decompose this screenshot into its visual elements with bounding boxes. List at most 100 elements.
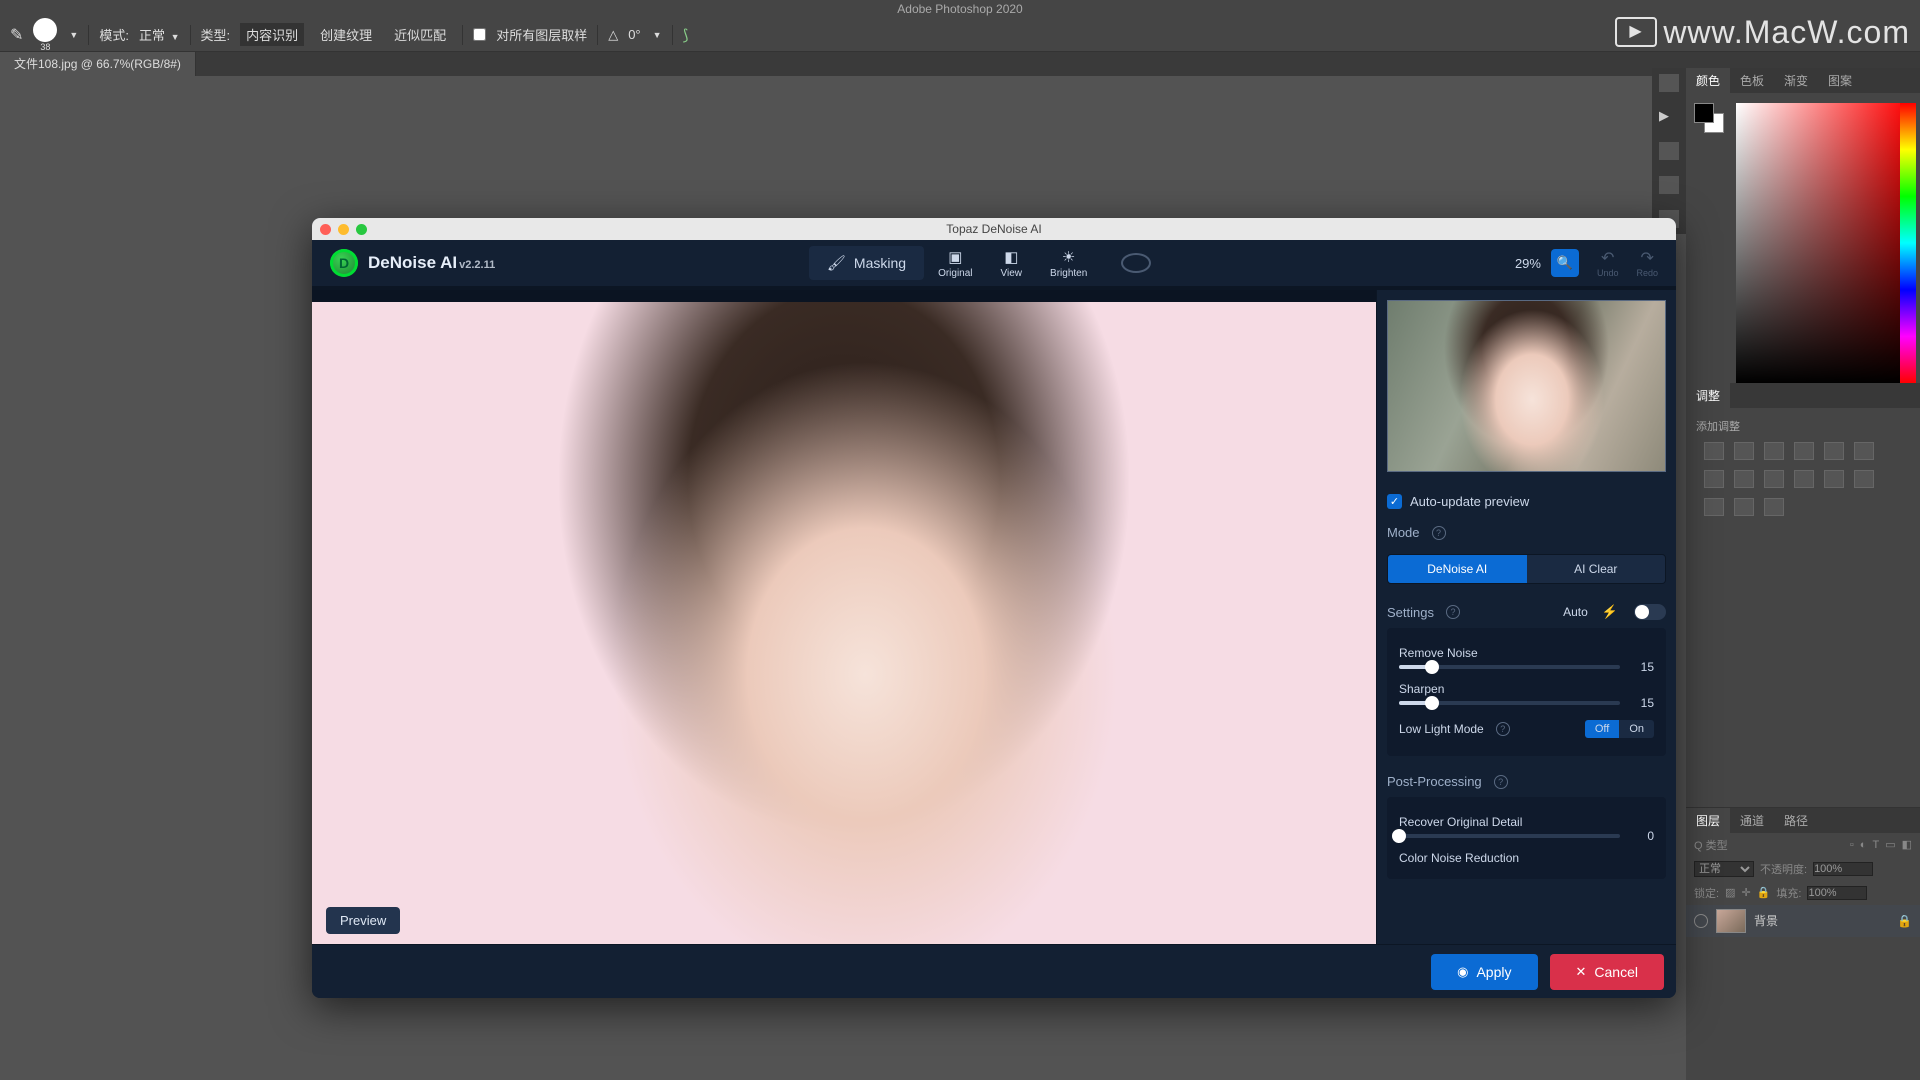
topaz-toolbar: DeNoise AIv2.2.11 🖌 Masking ▣Original ◧V…	[312, 240, 1676, 290]
auto-update-checkbox[interactable]: ✓	[1387, 494, 1402, 509]
type-create-texture[interactable]: 创建纹理	[314, 23, 378, 46]
mode-denoise[interactable]: DeNoise AI	[1388, 555, 1527, 583]
lowlight-on[interactable]: On	[1619, 720, 1654, 738]
fg-bg-swatch[interactable]	[1694, 103, 1724, 133]
help-icon[interactable]: ?	[1446, 605, 1460, 619]
tab-swatches[interactable]: 色板	[1730, 68, 1774, 93]
undo-button[interactable]: ↶Undo	[1597, 248, 1619, 278]
layer-filter[interactable]: Q 类型	[1694, 837, 1728, 853]
adjust-mixer-icon[interactable]	[1764, 470, 1784, 488]
angle-icon: △	[608, 27, 618, 43]
tab-pattern[interactable]: 图案	[1818, 68, 1862, 93]
chevron-down-icon[interactable]: ▼	[653, 30, 662, 40]
sample-all-checkbox[interactable]	[473, 28, 486, 41]
app-name: DeNoise AIv2.2.11	[368, 253, 495, 273]
adjust-bw-icon[interactable]	[1704, 470, 1724, 488]
filter-icon[interactable]: ▫	[1850, 839, 1854, 851]
tab-gradient[interactable]: 渐变	[1774, 68, 1818, 93]
lowlight-toggle[interactable]: Off On	[1585, 720, 1654, 738]
adjust-select-icon[interactable]	[1764, 498, 1784, 516]
mode-select[interactable]: 正常 ▼	[139, 25, 180, 44]
ps-right-panels: 颜色 色板 渐变 图案 调整 添加调整 图层 通道 路径 Q 类型 ▫ ◐ T ▭ ◧	[1686, 68, 1920, 1080]
filter-icon[interactable]: ◐	[1860, 839, 1867, 851]
fill-input[interactable]	[1807, 886, 1867, 900]
visibility-icon[interactable]	[1694, 914, 1708, 928]
help-icon[interactable]: ?	[1494, 775, 1508, 789]
tab-color[interactable]: 颜色	[1686, 68, 1730, 93]
ps-document-tabs: 文件108.jpg @ 66.7%(RGB/8#)	[0, 52, 1920, 76]
adjust-photo-icon[interactable]	[1734, 470, 1754, 488]
zoom-level[interactable]: 29%	[1515, 256, 1541, 271]
filter-icon[interactable]: ▭	[1885, 838, 1895, 851]
angle-value[interactable]: 0°	[628, 27, 640, 42]
topaz-footer: ◉Apply ✕Cancel	[312, 944, 1676, 998]
cancel-button[interactable]: ✕Cancel	[1550, 954, 1665, 990]
adjust-brightness-icon[interactable]	[1704, 442, 1724, 460]
original-button[interactable]: ▣Original	[924, 243, 986, 283]
tab-layers[interactable]: 图层	[1686, 808, 1730, 833]
type-content-aware[interactable]: 内容识别	[240, 23, 304, 46]
adjust-vibrance-icon[interactable]	[1824, 442, 1844, 460]
topaz-title: Topaz DeNoise AI	[312, 222, 1676, 236]
brighten-button[interactable]: ☀Brighten	[1036, 243, 1101, 283]
lock-label: 锁定:	[1694, 885, 1719, 901]
navigator-thumb[interactable]	[1387, 300, 1666, 472]
ps-collapsed-panels[interactable]: ▶	[1652, 68, 1686, 234]
help-icon[interactable]: ?	[1496, 722, 1510, 736]
tab-paths[interactable]: 路径	[1774, 808, 1818, 833]
filter-icon[interactable]: T	[1872, 839, 1879, 851]
help-icon[interactable]: ?	[1432, 526, 1446, 540]
opacity-input[interactable]	[1813, 862, 1873, 876]
adjust-lookup-icon[interactable]	[1794, 470, 1814, 488]
auto-switch[interactable]	[1634, 604, 1666, 620]
topaz-title-bar[interactable]: Topaz DeNoise AI	[312, 218, 1676, 240]
tab-channels[interactable]: 通道	[1730, 808, 1774, 833]
document-tab[interactable]: 文件108.jpg @ 66.7%(RGB/8#)	[0, 52, 196, 76]
panel-icon[interactable]	[1659, 142, 1679, 160]
adjust-poster-icon[interactable]	[1854, 470, 1874, 488]
adjustments-panel: 添加调整	[1686, 408, 1920, 534]
chevron-down-icon[interactable]: ▼	[69, 30, 78, 40]
brush-preset[interactable]: 38	[33, 18, 57, 52]
preview-canvas[interactable]: Preview	[312, 290, 1376, 944]
adjust-exposure-icon[interactable]	[1794, 442, 1814, 460]
settings-label: Settings	[1387, 605, 1434, 620]
view-button[interactable]: ◧View	[987, 243, 1037, 283]
tab-adjustments[interactable]: 调整	[1686, 383, 1730, 408]
layer-row-background[interactable]: 背景 🔒	[1686, 905, 1920, 937]
panel-icon[interactable]: ▶	[1659, 108, 1679, 126]
nav-ring-icon[interactable]	[1121, 253, 1151, 273]
lowlight-label: Low Light Mode	[1399, 722, 1484, 736]
remove-noise-slider[interactable]	[1399, 665, 1620, 669]
adjust-invert-icon[interactable]	[1824, 470, 1844, 488]
filter-icon[interactable]: ◧	[1902, 838, 1912, 851]
color-field[interactable]	[1736, 103, 1911, 383]
apply-button[interactable]: ◉Apply	[1431, 954, 1537, 990]
panel-icon[interactable]	[1659, 74, 1679, 92]
adjust-levels-icon[interactable]	[1734, 442, 1754, 460]
mode-aiclear[interactable]: AI Clear	[1527, 555, 1666, 583]
lock-pos-icon[interactable]: ✛	[1741, 886, 1750, 899]
pressure-icon[interactable]: ⟆	[683, 26, 689, 44]
hue-strip[interactable]	[1900, 103, 1916, 383]
color-picker[interactable]	[1686, 93, 1920, 383]
redo-button[interactable]: ↷Redo	[1636, 248, 1658, 278]
lock-pixels-icon[interactable]: ▨	[1725, 886, 1735, 899]
heal-brush-tool-icon[interactable]: ✎	[10, 25, 23, 45]
layer-name: 背景	[1754, 912, 1778, 929]
lock-all-icon[interactable]: 🔒	[1757, 886, 1771, 899]
panel-icon[interactable]	[1659, 176, 1679, 194]
lowlight-off[interactable]: Off	[1585, 720, 1619, 738]
masking-button[interactable]: 🖌 Masking	[809, 246, 924, 280]
zoom-tool-icon[interactable]: 🔍	[1551, 249, 1579, 277]
sharpen-slider[interactable]	[1399, 701, 1620, 705]
type-proximity[interactable]: 近似匹配	[388, 23, 452, 46]
preview-toggle-button[interactable]: Preview	[326, 907, 400, 934]
adjust-grad-icon[interactable]	[1734, 498, 1754, 516]
recover-slider[interactable]	[1399, 834, 1620, 838]
recover-label: Recover Original Detail	[1399, 815, 1654, 829]
adjust-thresh-icon[interactable]	[1704, 498, 1724, 516]
adjust-hue-icon[interactable]	[1854, 442, 1874, 460]
adjust-curves-icon[interactable]	[1764, 442, 1784, 460]
blend-mode[interactable]: 正常	[1694, 861, 1754, 877]
